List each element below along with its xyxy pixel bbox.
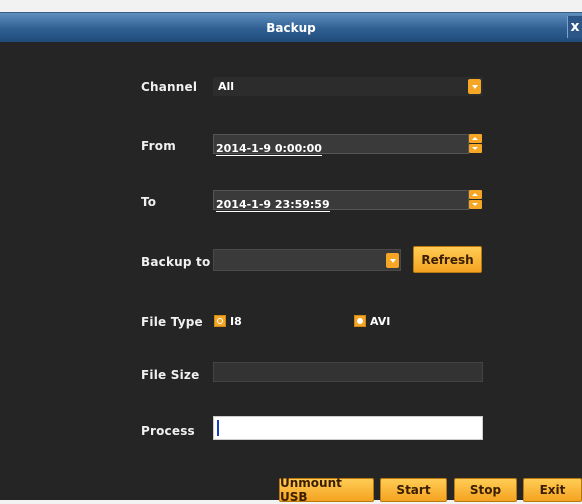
from-value: 2014-1-9 0:00:00 [216,142,322,156]
chevron-down-icon[interactable] [386,253,399,268]
file-type-avi-label: AVI [370,315,391,328]
close-button[interactable]: x [567,16,582,38]
file-size-label: File Size [141,368,200,382]
channel-select[interactable]: All [213,77,483,96]
process-label: Process [141,424,195,438]
close-icon: x [570,19,580,35]
process-progress-bar [213,416,483,440]
to-datetime-input[interactable]: 2014-1-9 23:59:59 [213,190,469,212]
to-label: To [141,195,157,209]
progress-fill [217,420,219,436]
from-stepper[interactable] [469,134,482,153]
decrement-icon[interactable] [469,200,482,209]
file-type-avi-radio[interactable] [354,315,366,327]
file-type-i8-radio[interactable] [214,315,226,327]
chevron-down-icon[interactable] [468,79,481,94]
start-button[interactable]: Start [380,478,447,502]
increment-icon[interactable] [469,190,482,199]
backup-to-label: Backup to [141,255,211,269]
channel-label: Channel [141,80,198,94]
radio-unselected-icon [217,318,223,324]
file-type-i8-label: I8 [230,315,242,328]
to-stepper[interactable] [469,190,482,209]
backup-window: Backup x Channel All From 2014-1-9 0:00:… [0,12,582,504]
backup-to-select[interactable] [213,249,401,271]
refresh-button[interactable]: Refresh [413,246,482,273]
window-title: Backup [266,20,316,35]
to-value: 2014-1-9 23:59:59 [216,198,330,212]
file-size-field [213,362,483,382]
decrement-icon[interactable] [469,144,482,153]
unmount-usb-button[interactable]: Unmount USB [279,476,374,504]
from-label: From [141,139,176,153]
exit-button[interactable]: Exit [523,478,582,502]
channel-value: All [218,80,235,93]
file-type-label: File Type [141,315,203,329]
radio-selected-icon [357,318,363,324]
increment-icon[interactable] [469,134,482,143]
from-datetime-input[interactable]: 2014-1-9 0:00:00 [213,134,469,156]
stop-button[interactable]: Stop [454,478,517,502]
title-bar: Backup x [0,13,582,42]
